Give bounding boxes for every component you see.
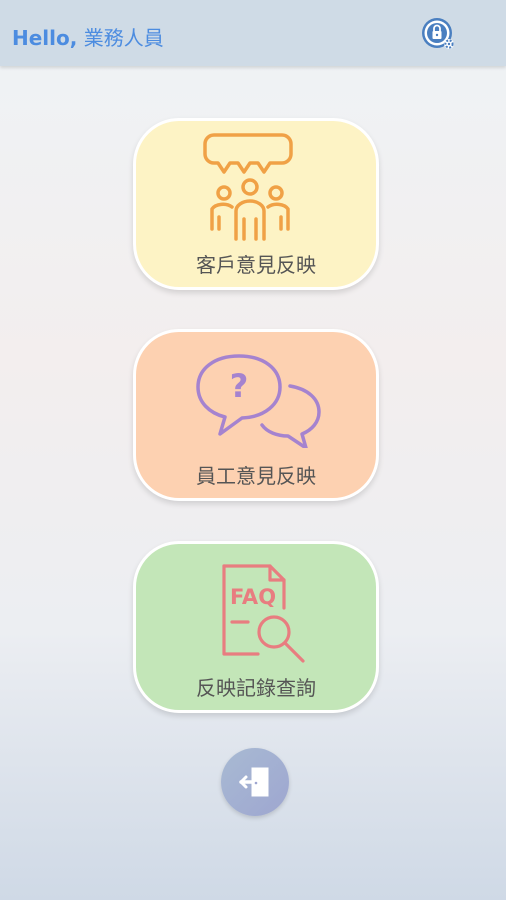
svg-text:?: ? [230,367,249,405]
employee-feedback-button[interactable]: ? 員工意見反映 [133,329,379,501]
logout-button[interactable] [221,748,289,816]
faq-icon-text: FAQ [230,585,276,609]
customer-feedback-label: 客戶意見反映 [196,253,316,277]
customer-feedback-button[interactable]: 客戶意見反映 [133,118,379,290]
faq-search-icon: FAQ [222,564,305,663]
greeting-user-name: 業務人員 [77,26,164,50]
greeting-hello: Hello, [12,26,78,50]
customer-feedback-icon [203,133,293,241]
records-query-label: 反映記錄查詢 [196,676,316,700]
employee-feedback-icon: ? [196,354,321,448]
app-header: Hello, 業務人員 [0,0,506,66]
settings-button[interactable] [420,16,456,52]
logout-door-icon [239,767,269,797]
greeting-text: Hello, 業務人員 [12,25,164,51]
records-query-button[interactable]: FAQ 反映記錄查詢 [133,541,379,713]
employee-feedback-label: 員工意見反映 [196,464,316,488]
lock-gear-icon [422,18,454,49]
